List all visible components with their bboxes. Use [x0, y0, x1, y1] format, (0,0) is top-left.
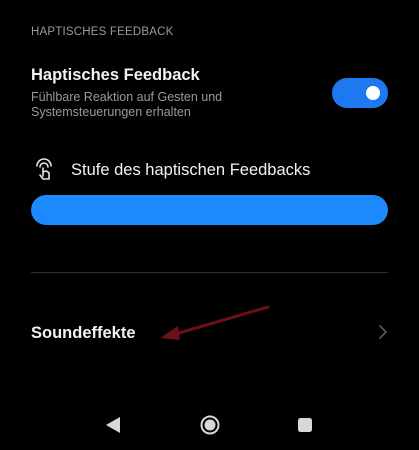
- haptic-level-slider-fill: [31, 195, 388, 225]
- back-triangle-icon[interactable]: [101, 413, 125, 437]
- haptic-level-row: Stufe des haptischen Feedbacks: [31, 154, 388, 186]
- haptic-feedback-preference[interactable]: Haptisches Feedback Fühlbare Reaktion au…: [31, 66, 388, 126]
- haptic-level-label: Stufe des haptischen Feedbacks: [71, 161, 311, 179]
- sound-effects-row[interactable]: Soundeffekte: [31, 315, 388, 349]
- navigation-bar: [0, 405, 419, 445]
- section-header: HAPTISCHES FEEDBACK: [31, 26, 174, 38]
- haptic-feedback-summary: Fühlbare Reaktion auf Gesten und Systems…: [31, 90, 223, 119]
- toggle-knob: [366, 86, 380, 100]
- divider: [31, 272, 388, 273]
- chevron-right-icon: [379, 325, 387, 339]
- haptic-feedback-title: Haptisches Feedback: [31, 66, 200, 84]
- finger-touch-icon: [36, 158, 52, 180]
- haptic-feedback-toggle[interactable]: [332, 78, 388, 108]
- sound-effects-label: Soundeffekte: [31, 324, 136, 342]
- home-circle-icon[interactable]: [198, 413, 222, 437]
- recent-square-icon[interactable]: [293, 413, 317, 437]
- haptic-level-slider[interactable]: [31, 195, 388, 225]
